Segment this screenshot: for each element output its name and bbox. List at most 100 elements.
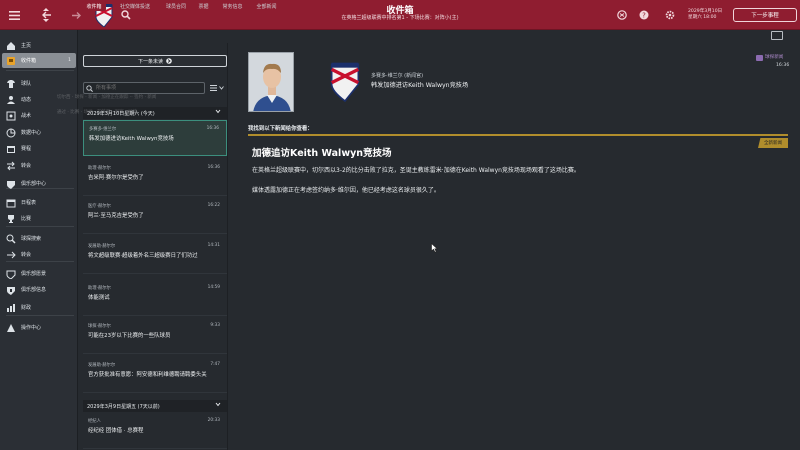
sidebar-item[interactable]: 俱乐部信息 [2,282,76,297]
sidebar-item-label: 日程表 [21,200,37,206]
sidebar-item-label: 战术 [21,113,32,119]
tab[interactable]: 票据 [194,1,213,11]
player-photo[interactable] [248,52,294,112]
sidebar-item[interactable]: 球探搜索 [2,231,76,246]
sidebar-item[interactable]: 动态 [2,92,76,107]
message-subject: 体能测试 [88,295,110,301]
message-subject: 官方获批准有意愿：阿安德和利维德聘请聘委头关 [88,372,207,378]
tab[interactable]: 常务信息 [218,1,247,11]
sidebar-item[interactable]: 赛程 [2,141,76,156]
sidebar-item[interactable]: 俱乐部愿景 [2,266,76,281]
sidebar-item[interactable]: 日程表 [2,195,76,210]
intro-text: 我找到以下新闻给你查看： [248,126,313,132]
chevron-down-icon [219,86,224,90]
sidebar-item-label: 财政 [21,305,32,311]
date-group-label: 2029年3月10日星期六 (今天) [87,110,155,117]
sidebar-item[interactable]: 财政 [2,300,76,315]
date-group-label: 2029年3月9日星期五 (7天以前) [87,403,160,410]
transfer-icon [4,161,18,171]
club-crest-logo [330,60,360,102]
message-time: 16:36 [207,165,220,170]
next-unread-button[interactable]: 下一条未读 [83,55,227,67]
sidebar-item[interactable]: 收件箱 1 [2,53,76,68]
news-badge: 全新新闻 [758,138,788,148]
menu-icon[interactable] [6,7,22,23]
gear-icon[interactable] [662,7,678,23]
sidebar-item-label: 俱乐部愿景 [21,271,47,277]
inbox-icon [4,56,18,66]
message-row[interactable]: 经纪人 20:33 经纪经 团体借 · 总赛程 [83,413,227,449]
scouting-icon [4,234,18,244]
sidebar-item-label: 赛程 [21,146,32,152]
date-group-header[interactable]: 2029年3月9日星期五 (7天以前) [83,400,227,412]
search-input[interactable] [83,82,205,94]
sidebar-item[interactable]: 战术 [2,108,76,123]
search-icon [86,85,93,92]
trophy-icon[interactable] [614,7,630,23]
message-row[interactable]: 医疗·赫尔尔 16:22 阿兰·至马克吉是受伤了 [83,198,227,234]
tab-bar [80,30,800,42]
message-row[interactable]: 多赛多·维兰尔 16:36 韩发加德进访Keith Walwyn竞技场 [83,120,227,156]
message-row[interactable]: 助理·赫尔尔 14:59 体能测试 [83,280,227,316]
message-time: 14:59 [207,285,220,290]
sidebar-item[interactable]: 转会 [2,247,76,262]
message-time: 9:33 [210,323,220,328]
message-time: 16:36 [206,126,219,131]
mouse-cursor-icon [431,243,438,253]
sidebar-item[interactable]: 数据中心 [2,125,76,140]
sidebar-item[interactable]: 球队 [2,76,76,91]
message-row[interactable]: 发展助·赫尔尔 14:31 将文超级联赛·超级着外名三超级赛日了们功过 [83,238,227,274]
sidebar-divider [6,315,74,316]
sidebar-item-label: 操作中心 [21,325,42,331]
sidebar-item[interactable]: 主页 [2,38,76,53]
filter-dropdown[interactable] [207,82,227,94]
message-time: 7:47 [210,362,220,367]
sidebar-item[interactable]: 操作中心 [2,320,76,335]
sidebar-item-label: 球队 [21,81,32,87]
tab[interactable]: 全部新闻 [253,1,280,11]
tab[interactable]: 收件箱 [82,1,106,11]
message-sender: 医疗·赫尔尔 [88,204,111,209]
message-row[interactable]: 球探·赫尔尔 9:33 可能在23岁以下比赛的一些队球员 [83,318,227,354]
back-arrow-icon[interactable] [38,7,54,23]
tactics-icon [4,111,18,121]
message-sender: 经纪人 [88,419,101,424]
message-row[interactable]: 发展助·赫尔尔 7:47 官方获批准有意愿：阿安德和利维德聘请聘委头关 [83,357,227,393]
help-icon[interactable]: ? [636,7,652,23]
sidebar-item-label: 转会 [21,252,32,258]
message-sender: 球探·赫尔尔 [88,324,111,329]
message-subject: 阿兰·至马克吉是受伤了 [88,213,144,219]
message-row[interactable]: 助理·赫尔尔 16:36 吉米阿·赛尔尔是受伤了 [83,160,227,196]
news-paragraph: 在英格兰超级联赛中，切尔西以3-2的比分击败了拉克，圣诞主教练雷米·加德在Kei… [252,167,580,174]
tab[interactable]: 球员合同 [162,1,190,11]
message-time: 14:31 [207,243,220,248]
squad-icon [4,79,18,89]
date-group-header[interactable]: 2029年3月10日星期六 (今天) [83,107,227,119]
game-date: 2029年3月10日 星期六 18:00 [688,9,723,20]
message-subject: 可能在23岁以下比赛的一些队球员 [88,333,171,339]
expand-panel-icon[interactable] [771,31,783,40]
sidebar-item[interactable]: 俱乐部中心 [2,176,76,191]
calendar-icon [4,198,18,208]
continue-button[interactable]: 下一步事程 [733,8,797,22]
message-subject: 将文超级联赛·超级着外名三超级赛日了们功过 [88,253,198,259]
sender-name[interactable]: 多赛多·维兰尔 (新闻官) [371,72,423,79]
sidebar-item[interactable]: 转会 [2,158,76,173]
sidebar-item-label: 数据中心 [21,130,42,136]
dev-centre-icon [4,323,18,333]
message-subject: 经纪经 团体借 · 总赛程 [88,428,144,434]
sidebar-divider [6,70,74,71]
sidebar-item-label: 收件箱 [21,58,37,64]
message-tag: 球探新闻 [765,55,784,60]
message-sender: 多赛多·维兰尔 [89,127,117,132]
sidebar-item-label: 俱乐部中心 [21,181,47,187]
sidebar-item[interactable]: 比赛 [2,211,76,226]
message-time: 20:33 [207,418,220,423]
tab[interactable]: 社交媒体投送 [113,1,157,11]
message-time: 16:36 [776,63,790,68]
chevron-down-icon [215,109,221,114]
sidebar-item-label: 转会 [21,163,32,169]
transfer-icon [4,250,18,260]
sidebar-divider [6,226,74,227]
schedule-icon [4,144,18,154]
